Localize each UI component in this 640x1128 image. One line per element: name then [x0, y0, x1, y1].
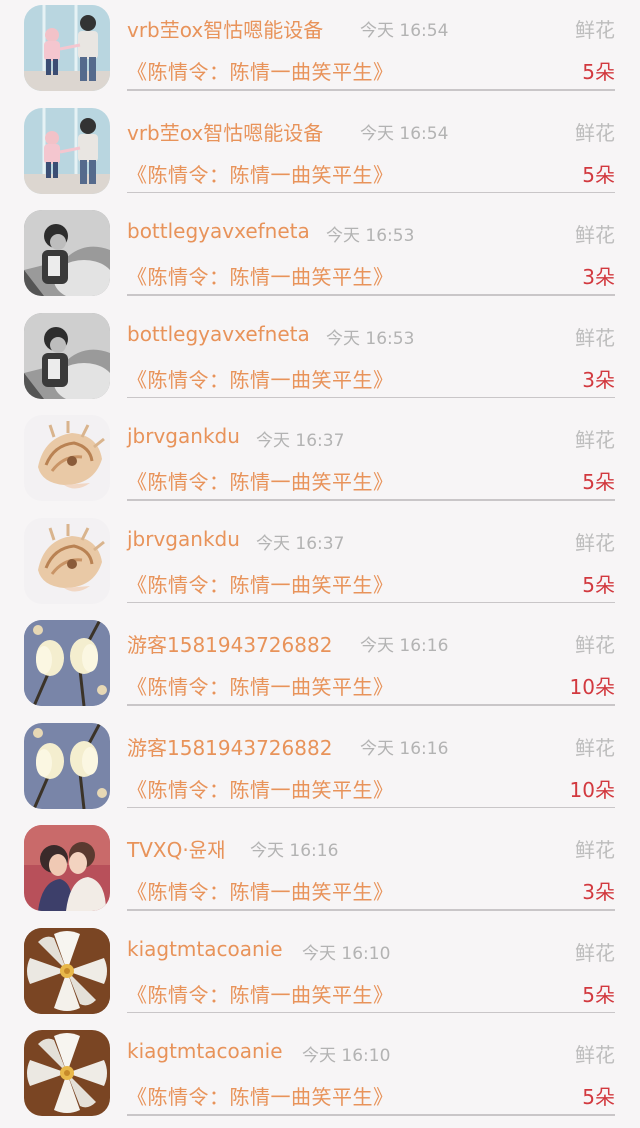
divider: [127, 191, 615, 193]
gift-type-label: 鲜花: [575, 325, 615, 350]
book-title[interactable]: 《陈情令：陈情一曲笑平生》: [127, 466, 394, 495]
book-title[interactable]: 《陈情令：陈情一曲笑平生》: [127, 1081, 394, 1110]
book-title[interactable]: 《陈情令：陈情一曲笑平生》: [127, 569, 394, 598]
timestamp: 今天 16:37: [256, 431, 345, 451]
divider: [127, 499, 615, 501]
list-item[interactable]: kiagtmtacoanie 今天 16:10 鲜花 《陈情令：陈情一曲笑平生》…: [0, 1025, 640, 1128]
timestamp: 今天 16:16: [250, 841, 339, 861]
gift-count: 5朵: [582, 470, 615, 494]
username[interactable]: bottlegyavxefneta: [127, 322, 310, 346]
timestamp: 今天 16:53: [326, 226, 415, 246]
gift-count: 5朵: [582, 1085, 615, 1109]
avatar-magnolia-icon[interactable]: [24, 722, 110, 809]
gift-type-label: 鲜花: [575, 838, 615, 862]
divider: [127, 909, 615, 911]
book-title[interactable]: 《陈情令：陈情一曲笑平生》: [127, 671, 394, 700]
avatar-bw-child-photo-icon[interactable]: [24, 312, 110, 399]
gift-type-label: 鲜花: [575, 18, 615, 42]
divider: [127, 294, 615, 296]
username[interactable]: bottlegyavxefneta: [127, 219, 310, 243]
timestamp: 今天 16:54: [360, 123, 449, 144]
gift-count: 5朵: [582, 982, 615, 1007]
timestamp: 今天 16:10: [302, 943, 391, 964]
gift-count: 5朵: [582, 572, 615, 597]
gift-type-label: 鲜花: [575, 120, 615, 145]
divider: [127, 89, 615, 91]
gift-type-label: 鲜花: [575, 223, 615, 247]
book-title[interactable]: 《陈情令：陈情一曲笑平生》: [127, 56, 394, 85]
book-title[interactable]: 《陈情令：陈情一曲笑平生》: [127, 774, 394, 803]
divider: [127, 1011, 615, 1013]
gift-type-label: 鲜花: [575, 735, 615, 760]
list-item[interactable]: bottlegyavxefneta 今天 16:53 鲜花 《陈情令：陈情一曲笑…: [0, 308, 640, 411]
divider: [127, 396, 615, 398]
gift-count: 10朵: [569, 777, 615, 802]
book-title[interactable]: 《陈情令：陈情一曲笑平生》: [127, 261, 394, 290]
gift-type-label: 鲜花: [575, 1043, 615, 1067]
gift-type-label: 鲜花: [575, 633, 615, 657]
timestamp: 今天 16:16: [360, 636, 449, 656]
username[interactable]: kiagtmtacoanie: [127, 937, 283, 961]
timestamp: 今天 16:53: [326, 328, 415, 349]
username[interactable]: TVXQ·윤재: [127, 834, 226, 863]
list-item[interactable]: 游客1581943726882 今天 16:16 鲜花 《陈情令：陈情一曲笑平生…: [0, 718, 640, 821]
book-title[interactable]: 《陈情令：陈情一曲笑平生》: [127, 876, 394, 905]
list-item[interactable]: 游客1581943726882 今天 16:16 鲜花 《陈情令：陈情一曲笑平生…: [0, 615, 640, 718]
book-title[interactable]: 《陈情令：陈情一曲笑平生》: [127, 364, 394, 393]
divider: [127, 704, 615, 706]
gift-count: 3朵: [582, 265, 615, 289]
list-item[interactable]: bottlegyavxefneta 今天 16:53 鲜花 《陈情令：陈情一曲笑…: [0, 205, 640, 308]
avatar-white-flower-icon[interactable]: [24, 1030, 110, 1116]
list-item[interactable]: vrb茔ox智怙嗯能设备 今天 16:54 鲜花 《陈情令：陈情一曲笑平生》 5…: [0, 0, 640, 103]
gift-count: 3朵: [582, 367, 615, 392]
avatar-magnolia-icon[interactable]: [24, 620, 110, 706]
list-item[interactable]: jbrvgankdu 今天 16:37 鲜花 《陈情令：陈情一曲笑平生》 5朵: [0, 513, 640, 616]
avatar-couple-photo-icon[interactable]: [24, 825, 110, 911]
username[interactable]: 游客1581943726882: [127, 732, 332, 761]
list-item[interactable]: vrb茔ox智怙嗯能设备 今天 16:54 鲜花 《陈情令：陈情一曲笑平生》 5…: [0, 103, 640, 206]
divider: [127, 601, 615, 603]
avatar-children-photo-icon[interactable]: [24, 5, 110, 91]
username[interactable]: 游客1581943726882: [127, 629, 332, 658]
username[interactable]: vrb茔ox智怙嗯能设备: [127, 14, 323, 43]
timestamp: 今天 16:54: [360, 21, 449, 41]
gift-type-label: 鲜花: [575, 530, 615, 555]
gift-type-label: 鲜花: [575, 940, 615, 965]
list-item[interactable]: kiagtmtacoanie 今天 16:10 鲜花 《陈情令：陈情一曲笑平生》…: [0, 923, 640, 1026]
avatar-seashell-icon[interactable]: [24, 517, 110, 604]
avatar-seashell-icon[interactable]: [24, 415, 110, 501]
gift-count: 5朵: [582, 60, 615, 84]
divider: [127, 806, 615, 808]
timestamp: 今天 16:16: [360, 738, 449, 759]
username[interactable]: vrb茔ox智怙嗯能设备: [127, 117, 323, 146]
book-title[interactable]: 《陈情令：陈情一曲笑平生》: [127, 979, 394, 1008]
timestamp: 今天 16:37: [256, 533, 345, 554]
gift-count: 10朵: [569, 675, 615, 699]
timestamp: 今天 16:10: [302, 1046, 391, 1066]
gift-type-label: 鲜花: [575, 428, 615, 452]
username[interactable]: jbrvgankdu: [127, 424, 240, 448]
username[interactable]: kiagtmtacoanie: [127, 1039, 283, 1063]
gift-count: 3朵: [582, 880, 615, 904]
book-title[interactable]: 《陈情令：陈情一曲笑平生》: [127, 159, 394, 188]
gift-count: 5朵: [582, 162, 615, 187]
avatar-children-photo-icon[interactable]: [24, 107, 110, 194]
list-item[interactable]: jbrvgankdu 今天 16:37 鲜花 《陈情令：陈情一曲笑平生》 5朵: [0, 410, 640, 513]
avatar-white-flower-icon[interactable]: [24, 927, 110, 1014]
divider: [127, 1114, 615, 1116]
gift-record-list: vrb茔ox智怙嗯能设备 今天 16:54 鲜花 《陈情令：陈情一曲笑平生》 5…: [0, 0, 640, 1116]
list-item[interactable]: TVXQ·윤재 今天 16:16 鲜花 《陈情令：陈情一曲笑平生》 3朵: [0, 820, 640, 923]
username[interactable]: jbrvgankdu: [127, 527, 240, 551]
avatar-bw-child-photo-icon[interactable]: [24, 210, 110, 296]
